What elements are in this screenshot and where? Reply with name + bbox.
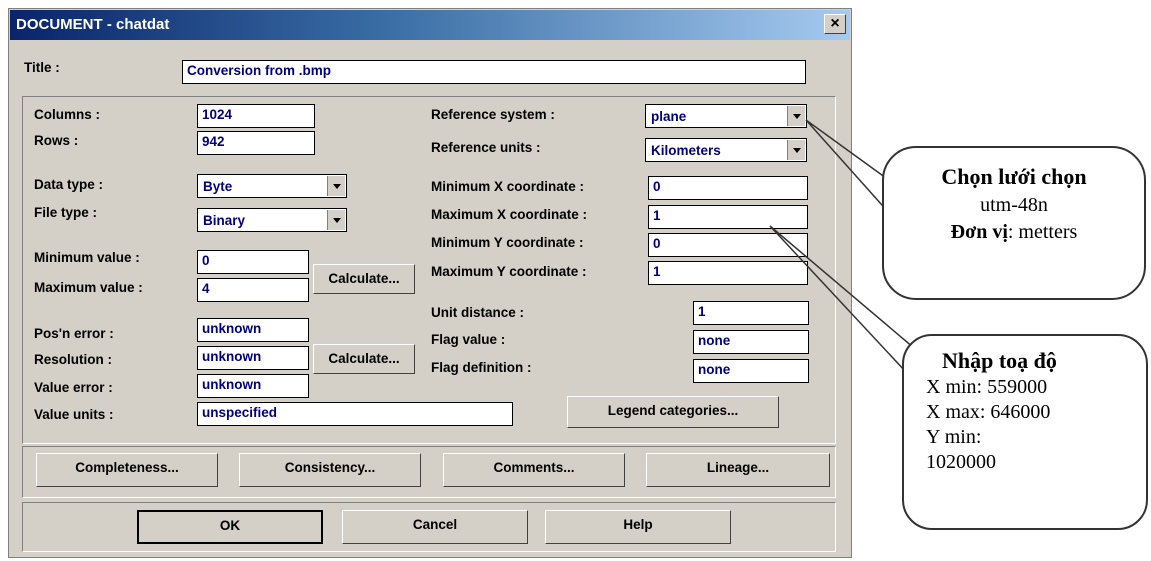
callout1-pointer (805, 119, 891, 215)
callout1-line2: utm-48n (980, 194, 1048, 216)
callout2-title: Nhập toạ độ (942, 348, 1057, 373)
callout1-line1: Chọn lưới chọn (941, 164, 1087, 189)
callout2-line3: Y min: (926, 426, 982, 448)
callout2-line2: X max: 646000 (926, 401, 1051, 423)
callout2-line1: X min: 559000 (926, 376, 1048, 398)
callout1-line3: Đơn vị: metters (884, 221, 1144, 244)
callout-grid-selection: Chọn lưới chọn utm-48n Đơn vị: metters (882, 146, 1146, 300)
callout1-line3-bold: Đơn vị (950, 221, 1008, 243)
callout-coordinates: Nhập toạ độ X min: 559000 X max: 646000 … (902, 334, 1148, 530)
callout2-line4: 1020000 (926, 451, 996, 473)
callout1-line3-rest: : metters (1007, 221, 1078, 243)
